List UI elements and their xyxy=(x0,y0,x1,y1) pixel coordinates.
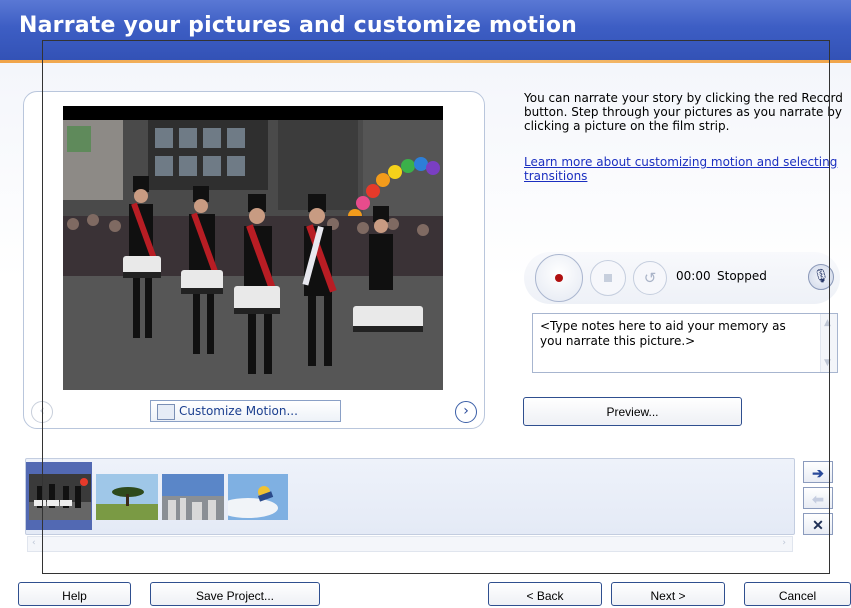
thumbnail-savanna[interactable] xyxy=(96,474,158,520)
undo-icon: ↺ xyxy=(643,269,657,287)
recording-time: 00:00 xyxy=(676,269,711,283)
next-button[interactable]: Next > xyxy=(611,582,725,606)
preview-button[interactable]: Preview... xyxy=(523,397,742,426)
motion-icon xyxy=(157,404,175,420)
cancel-button[interactable]: Cancel xyxy=(744,582,851,606)
back-button[interactable]: < Back xyxy=(488,582,602,606)
instructions-text: You can narrate your story by clicking t… xyxy=(524,91,843,133)
delete-picture-button[interactable]: ✕ xyxy=(803,513,833,535)
notes-text[interactable]: <Type notes here to aid your memory as y… xyxy=(540,319,810,349)
scroll-up-icon[interactable]: ▲ xyxy=(824,318,831,328)
record-icon xyxy=(555,274,563,282)
stop-button[interactable] xyxy=(590,260,626,296)
undo-recording-button[interactable]: ↺ xyxy=(633,261,667,295)
narration-notes-field[interactable]: <Type notes here to aid your memory as y… xyxy=(532,313,838,373)
thumbnail-city[interactable] xyxy=(162,474,224,520)
chevron-right-icon: › xyxy=(463,403,469,419)
picture-preview xyxy=(63,106,443,390)
arrow-right-icon: ➔ xyxy=(812,465,824,481)
arrow-left-icon: ⬅ xyxy=(812,491,824,507)
learn-more-link[interactable]: Learn more about customizing motion and … xyxy=(524,155,844,183)
thumbnail-skydiver[interactable] xyxy=(228,474,288,520)
parade-photo xyxy=(63,106,443,390)
help-button[interactable]: Help xyxy=(18,582,131,606)
chevron-left-icon: ‹ xyxy=(39,403,45,419)
move-left-button[interactable]: ⬅ xyxy=(803,487,833,509)
microphone-button[interactable]: 🎙 xyxy=(808,264,834,290)
next-picture-button[interactable]: › xyxy=(455,401,477,423)
customize-motion-button[interactable]: Customize Motion... xyxy=(150,400,341,422)
record-button[interactable] xyxy=(535,254,583,302)
film-strip-scrollbar[interactable]: ‹ › xyxy=(27,536,793,552)
notes-scrollbar[interactable]: ▲ ▼ xyxy=(820,314,837,372)
microphone-icon: 🎙 xyxy=(812,269,830,284)
recording-status: Stopped xyxy=(717,269,767,283)
move-right-button[interactable]: ➔ xyxy=(803,461,833,483)
scroll-left-icon[interactable]: ‹ xyxy=(32,538,36,548)
stop-icon xyxy=(604,274,612,282)
customize-motion-label: Customize Motion... xyxy=(179,404,298,418)
close-icon: ✕ xyxy=(812,517,824,533)
scroll-right-icon[interactable]: › xyxy=(782,538,786,548)
title-bar: Narrate your pictures and customize moti… xyxy=(0,0,851,60)
previous-picture-button[interactable]: ‹ xyxy=(31,401,53,423)
save-project-button[interactable]: Save Project... xyxy=(150,582,320,606)
scroll-down-icon[interactable]: ▼ xyxy=(824,358,831,368)
thumbnail-parade[interactable] xyxy=(29,474,91,520)
page-title: Narrate your pictures and customize moti… xyxy=(19,13,578,38)
